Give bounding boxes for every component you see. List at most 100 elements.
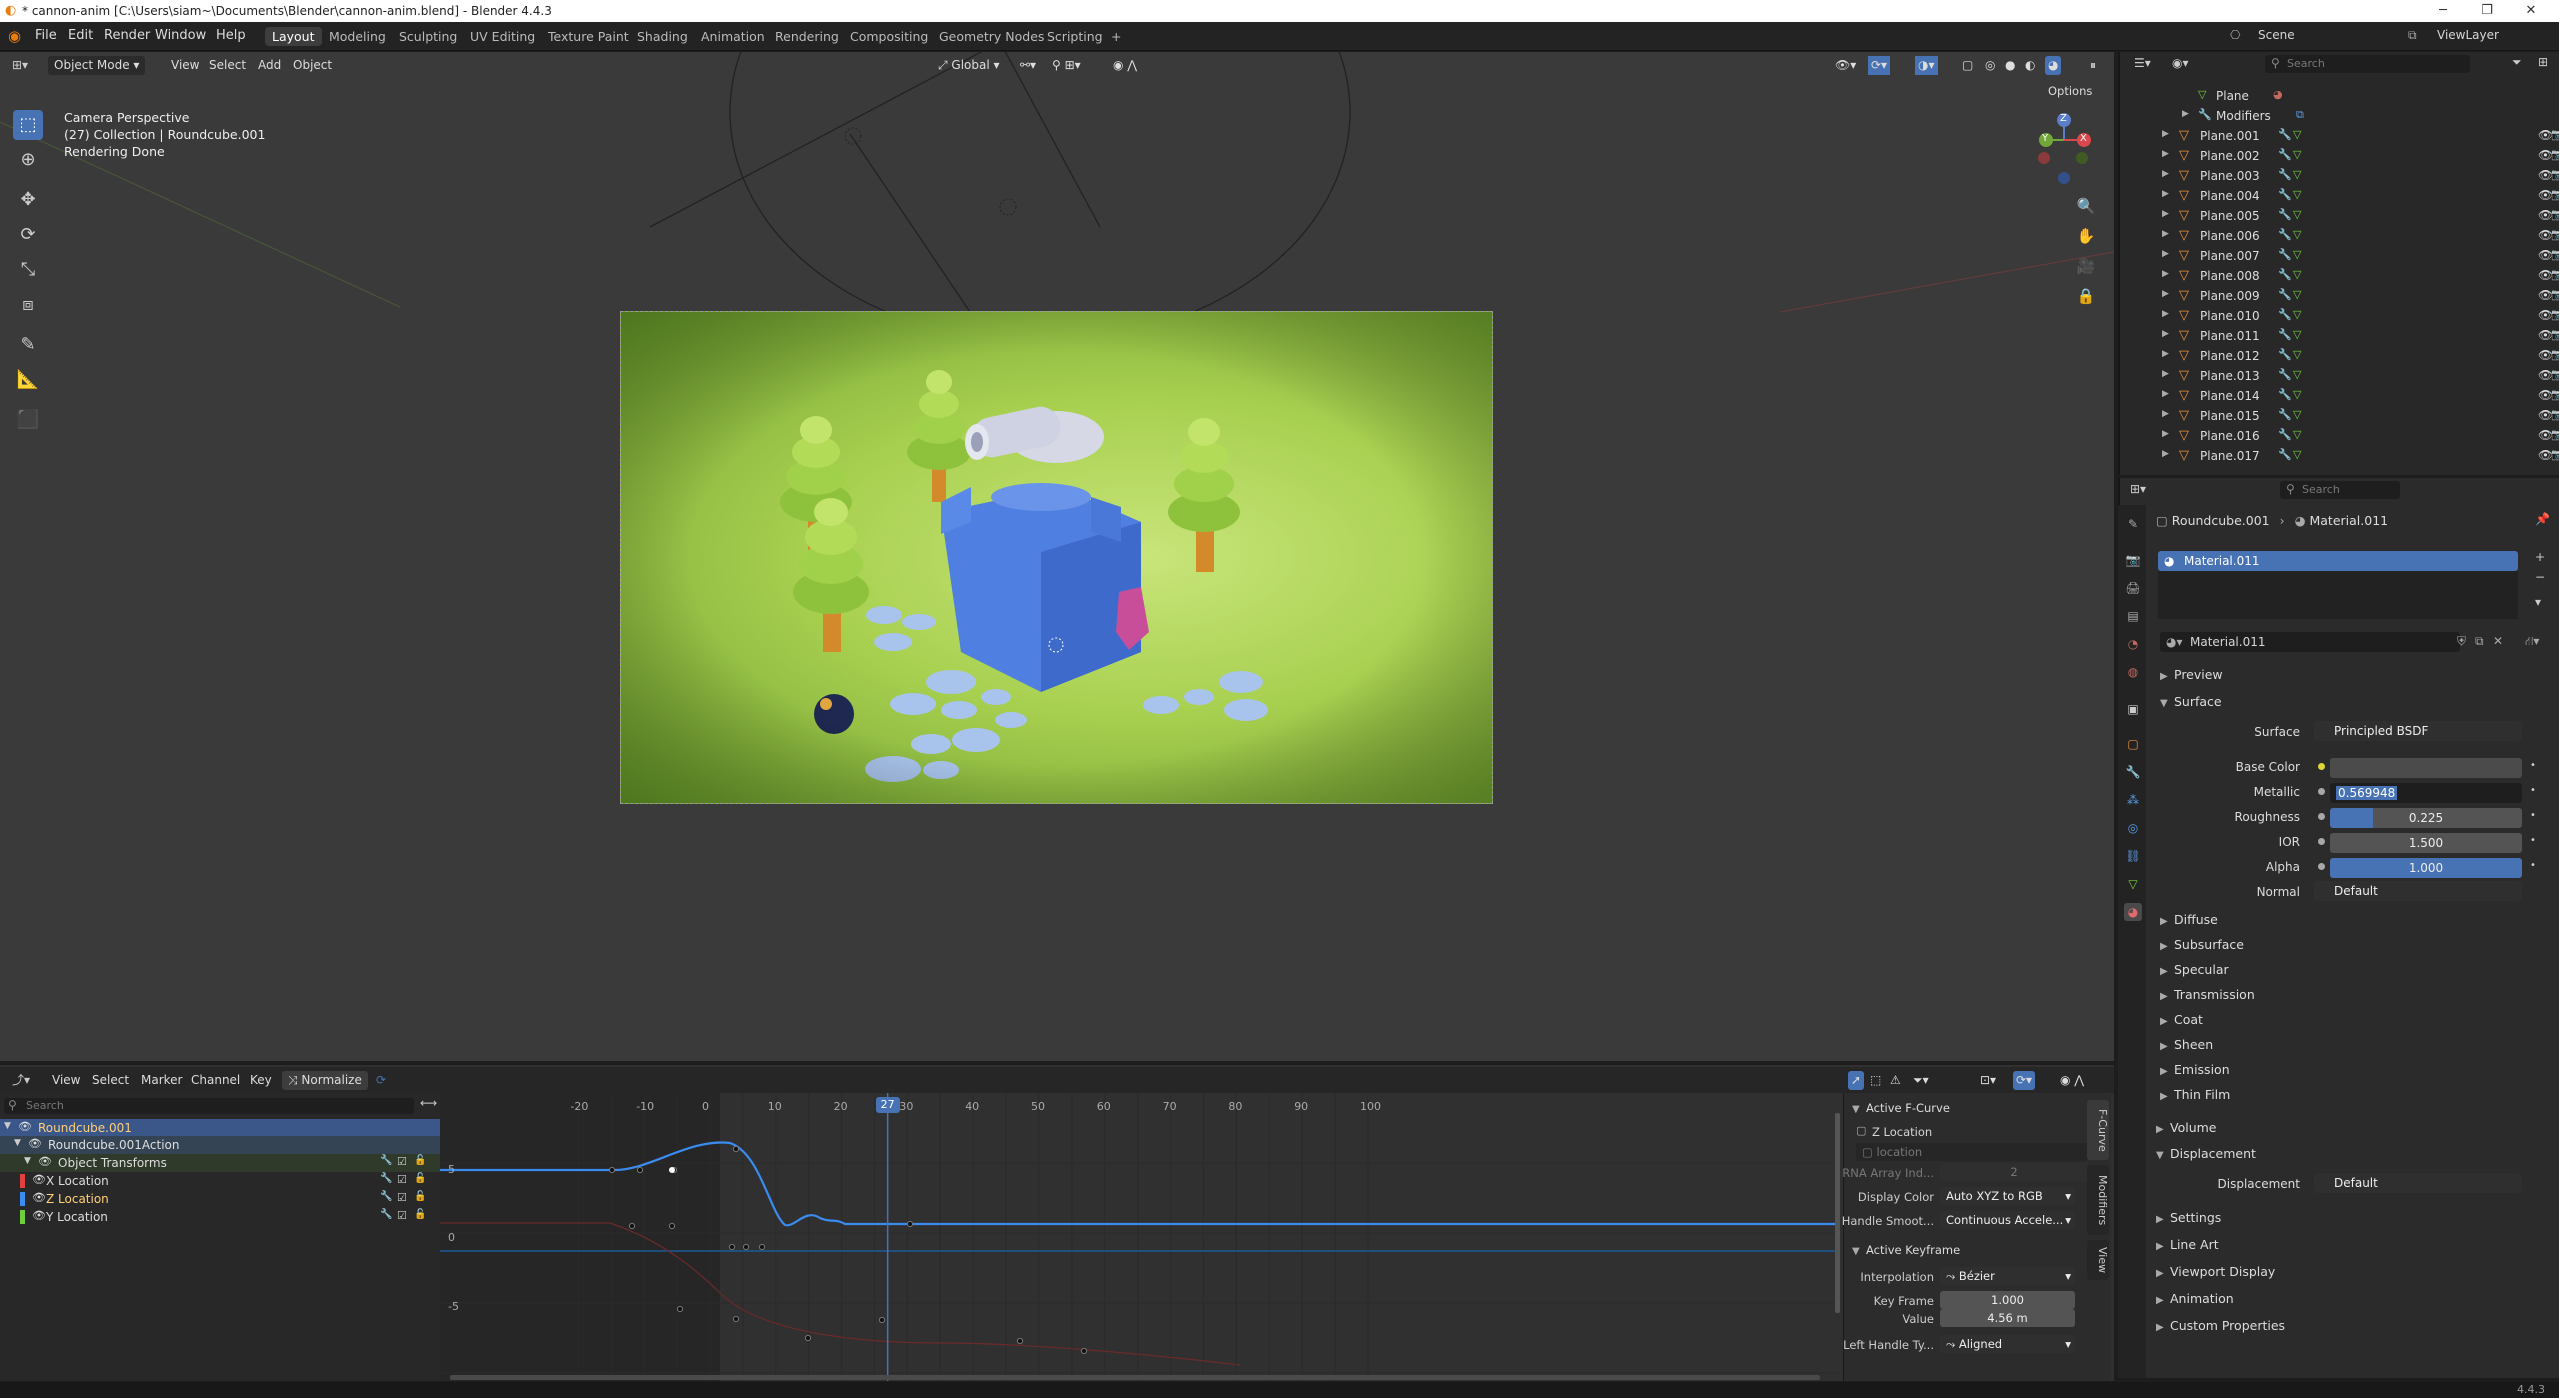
outliner-row[interactable]: ▶ ▽ Plane.005 🔧 ▽ 👁 📷	[2118, 206, 2559, 226]
section-emission[interactable]: ▶ Emission	[2160, 1062, 2230, 1077]
chevron-down-icon[interactable]: ▼	[4, 1121, 11, 1131]
show-hidden-icon[interactable]: ⬚	[1870, 1071, 1881, 1090]
eye-icon[interactable]: 👁	[28, 1137, 42, 1150]
channel-row[interactable]: ▼ 👁 Roundcube.001Action	[0, 1136, 440, 1154]
add-workspace-button[interactable]: +	[1104, 27, 1128, 46]
chevron-right-icon[interactable]: ▶	[2162, 189, 2169, 199]
outliner-row[interactable]: ▶ ▽ Plane.014 🔧 ▽ 👁 📷	[2118, 386, 2559, 406]
outliner-row[interactable]: ▶ ▽ Plane.011 🔧 ▽ 👁 📷	[2118, 326, 2559, 346]
interpolation-dropdown[interactable]: ⤳ Bézier ▾	[1940, 1267, 2075, 1285]
remove-slot-icon[interactable]: −	[2535, 570, 2545, 584]
outliner-row[interactable]: ▶ ▽ Plane.009 🔧 ▽ 👁 📷	[2118, 286, 2559, 306]
section-sheen[interactable]: ▶ Sheen	[2160, 1037, 2213, 1052]
key-frame-field[interactable]: 1.000	[1940, 1291, 2075, 1309]
eye-icon[interactable]: 👁	[32, 1191, 46, 1204]
chevron-right-icon[interactable]: ▶	[2162, 449, 2169, 459]
viewport-menu-add[interactable]: Add	[258, 56, 281, 75]
add-slot-icon[interactable]: +	[2535, 550, 2545, 564]
chevron-right-icon[interactable]: ▶	[2162, 269, 2169, 279]
value-field[interactable]: 4.56 m	[1940, 1309, 2075, 1327]
mode-dropdown[interactable]: Object Mode ▾	[48, 56, 146, 75]
camera-render-icon[interactable]: 📷	[2551, 288, 2559, 301]
eye-icon[interactable]: 👁	[18, 1120, 32, 1133]
outliner-row[interactable]: ▶ 🔧 Modifiers ⧉	[2118, 106, 2559, 126]
section-custom-properties[interactable]: ▶ Custom Properties	[2156, 1318, 2285, 1333]
outliner-search-input[interactable]: ⚲ Search	[2265, 55, 2470, 73]
tab-scripting[interactable]: Scripting	[1040, 27, 1110, 46]
displacement-field[interactable]: Default	[2314, 1173, 2522, 1193]
outliner-row[interactable]: ▶ ▽ Plane.006 🔧 ▽ 👁 📷	[2118, 226, 2559, 246]
chevron-right-icon[interactable]: ▶	[2162, 349, 2169, 359]
channel-row[interactable]: 👁 X Location 🔧 ☑ 🔓	[0, 1172, 440, 1190]
tab-texture-paint[interactable]: Texture Paint	[541, 27, 636, 46]
pan-hand-icon[interactable]: ✋	[2074, 224, 2098, 248]
lock-icon[interactable]: 🔓	[414, 1191, 426, 1202]
modifier-icon[interactable]: 🔧	[380, 1155, 392, 1166]
checkbox-icon[interactable]: ☑	[397, 1191, 407, 1204]
select-box-tool-icon[interactable]: ⬚	[13, 110, 43, 140]
world-tab-icon[interactable]: ◍	[2124, 663, 2142, 681]
outliner-editor-icon[interactable]: ☰▾	[2134, 56, 2151, 70]
modifier-icon[interactable]: 🔧	[380, 1173, 392, 1184]
graph-menu-key[interactable]: Key	[250, 1071, 272, 1090]
lock-icon[interactable]: 🔓	[414, 1155, 426, 1166]
camera-render-icon[interactable]: 📷	[2551, 368, 2559, 381]
alpha-slider[interactable]: 1.000	[2330, 858, 2522, 878]
section-volume[interactable]: ▶ Volume	[2156, 1120, 2217, 1135]
camera-render-icon[interactable]: 📷	[2551, 348, 2559, 361]
filter-icon[interactable]: ⏷	[2512, 55, 2522, 70]
duplicate-material-icon[interactable]: ⧉	[2475, 634, 2484, 649]
fake-user-icon[interactable]: ⛨	[2457, 634, 2466, 649]
display-mode-icon[interactable]: ◉▾	[2172, 56, 2189, 70]
outliner-row[interactable]: ▶ ▽ Plane.015 🔧 ▽ 👁 📷	[2118, 406, 2559, 426]
chevron-right-icon[interactable]: ▶	[2162, 209, 2169, 219]
chevron-right-icon[interactable]: ▶	[2162, 309, 2169, 319]
keyframe-dot-icon[interactable]: •	[2530, 860, 2536, 871]
navigation-gizmo[interactable]: Z X Y	[2030, 110, 2100, 190]
outliner-row[interactable]: ▶ ▽ Plane.017 🔧 ▽ 👁 📷	[2118, 446, 2559, 466]
maximize-icon[interactable]: ❐	[2465, 0, 2509, 22]
keyframe-dot-icon[interactable]: •	[2530, 835, 2536, 846]
visibility-icon[interactable]: 👁▾	[1835, 56, 1856, 75]
auto-snap-icon[interactable]: ⟳▾	[2013, 1071, 2036, 1090]
tab-layout[interactable]: Layout	[265, 27, 322, 46]
camera-render-icon[interactable]: 📷	[2551, 388, 2559, 401]
modifier-icon[interactable]: 🔧	[380, 1191, 392, 1202]
unlink-material-icon[interactable]: ✕	[2493, 634, 2503, 648]
menu-window[interactable]: Window	[155, 28, 206, 43]
left-handle-type-dropdown[interactable]: ⤳ Aligned ▾	[1940, 1335, 2075, 1353]
checkbox-icon[interactable]: ☑	[397, 1155, 407, 1168]
scene-selector[interactable]: Scene	[2258, 28, 2295, 42]
output-tab-icon[interactable]: 🖨	[2124, 579, 2142, 597]
handle-smoothing-dropdown[interactable]: Continuous Accele... ▾	[1940, 1211, 2075, 1229]
metallic-field[interactable]: 0.569948	[2330, 783, 2522, 803]
camera-render-icon[interactable]: 📷	[2551, 188, 2559, 201]
outliner-row[interactable]: ▶ ▽ Plane.012 🔧 ▽ 👁 📷	[2118, 346, 2559, 366]
base-color-swatch[interactable]	[2330, 758, 2522, 778]
chevron-right-icon[interactable]: ▶	[2162, 429, 2169, 439]
channel-row[interactable]: 👁 Y Location 🔧 ☑ 🔓	[0, 1208, 440, 1226]
checkbox-icon[interactable]: ☑	[397, 1173, 407, 1186]
channel-search-input[interactable]: ⚲ Search	[4, 1098, 414, 1114]
chevron-right-icon[interactable]: ▶	[2182, 109, 2189, 119]
material-slot-list-item[interactable]: ◕ Material.011	[2158, 551, 2518, 571]
viewport-menu-object[interactable]: Object	[293, 56, 332, 75]
surface-shader-field[interactable]: Principled BSDF	[2314, 721, 2522, 741]
chevron-right-icon[interactable]: ▶	[2162, 389, 2169, 399]
move-tool-icon[interactable]: ✥	[13, 185, 43, 215]
outliner-row[interactable]: ▶ ▽ Plane.013 🔧 ▽ 👁 📷	[2118, 366, 2559, 386]
section-settings[interactable]: ▶ Settings	[2156, 1210, 2221, 1225]
ior-field[interactable]: 1.500	[2330, 833, 2522, 853]
outliner-row[interactable]: ▶ ▽ Plane.007 🔧 ▽ 👁 📷	[2118, 246, 2559, 266]
outliner-row[interactable]: ▶ ▽ Plane.003 🔧 ▽ 👁 📷	[2118, 166, 2559, 186]
rotate-tool-icon[interactable]: ⟳	[13, 220, 43, 250]
keyframe-dot-icon[interactable]: •	[2530, 760, 2536, 771]
channel-row[interactable]: ▼ 👁 Object Transforms 🔧 ☑ 🔓	[0, 1154, 440, 1172]
measure-tool-icon[interactable]: 📐	[13, 365, 43, 395]
pivot-icon[interactable]: ⚯▾	[1020, 56, 1036, 75]
checkbox-icon[interactable]: ☑	[397, 1209, 407, 1222]
only-errors-icon[interactable]: ⚠	[1890, 1071, 1901, 1090]
tab-rendering[interactable]: Rendering	[768, 27, 846, 46]
rna-array-index-field[interactable]: 2	[1940, 1163, 2088, 1181]
tab-compositing[interactable]: Compositing	[843, 27, 935, 46]
